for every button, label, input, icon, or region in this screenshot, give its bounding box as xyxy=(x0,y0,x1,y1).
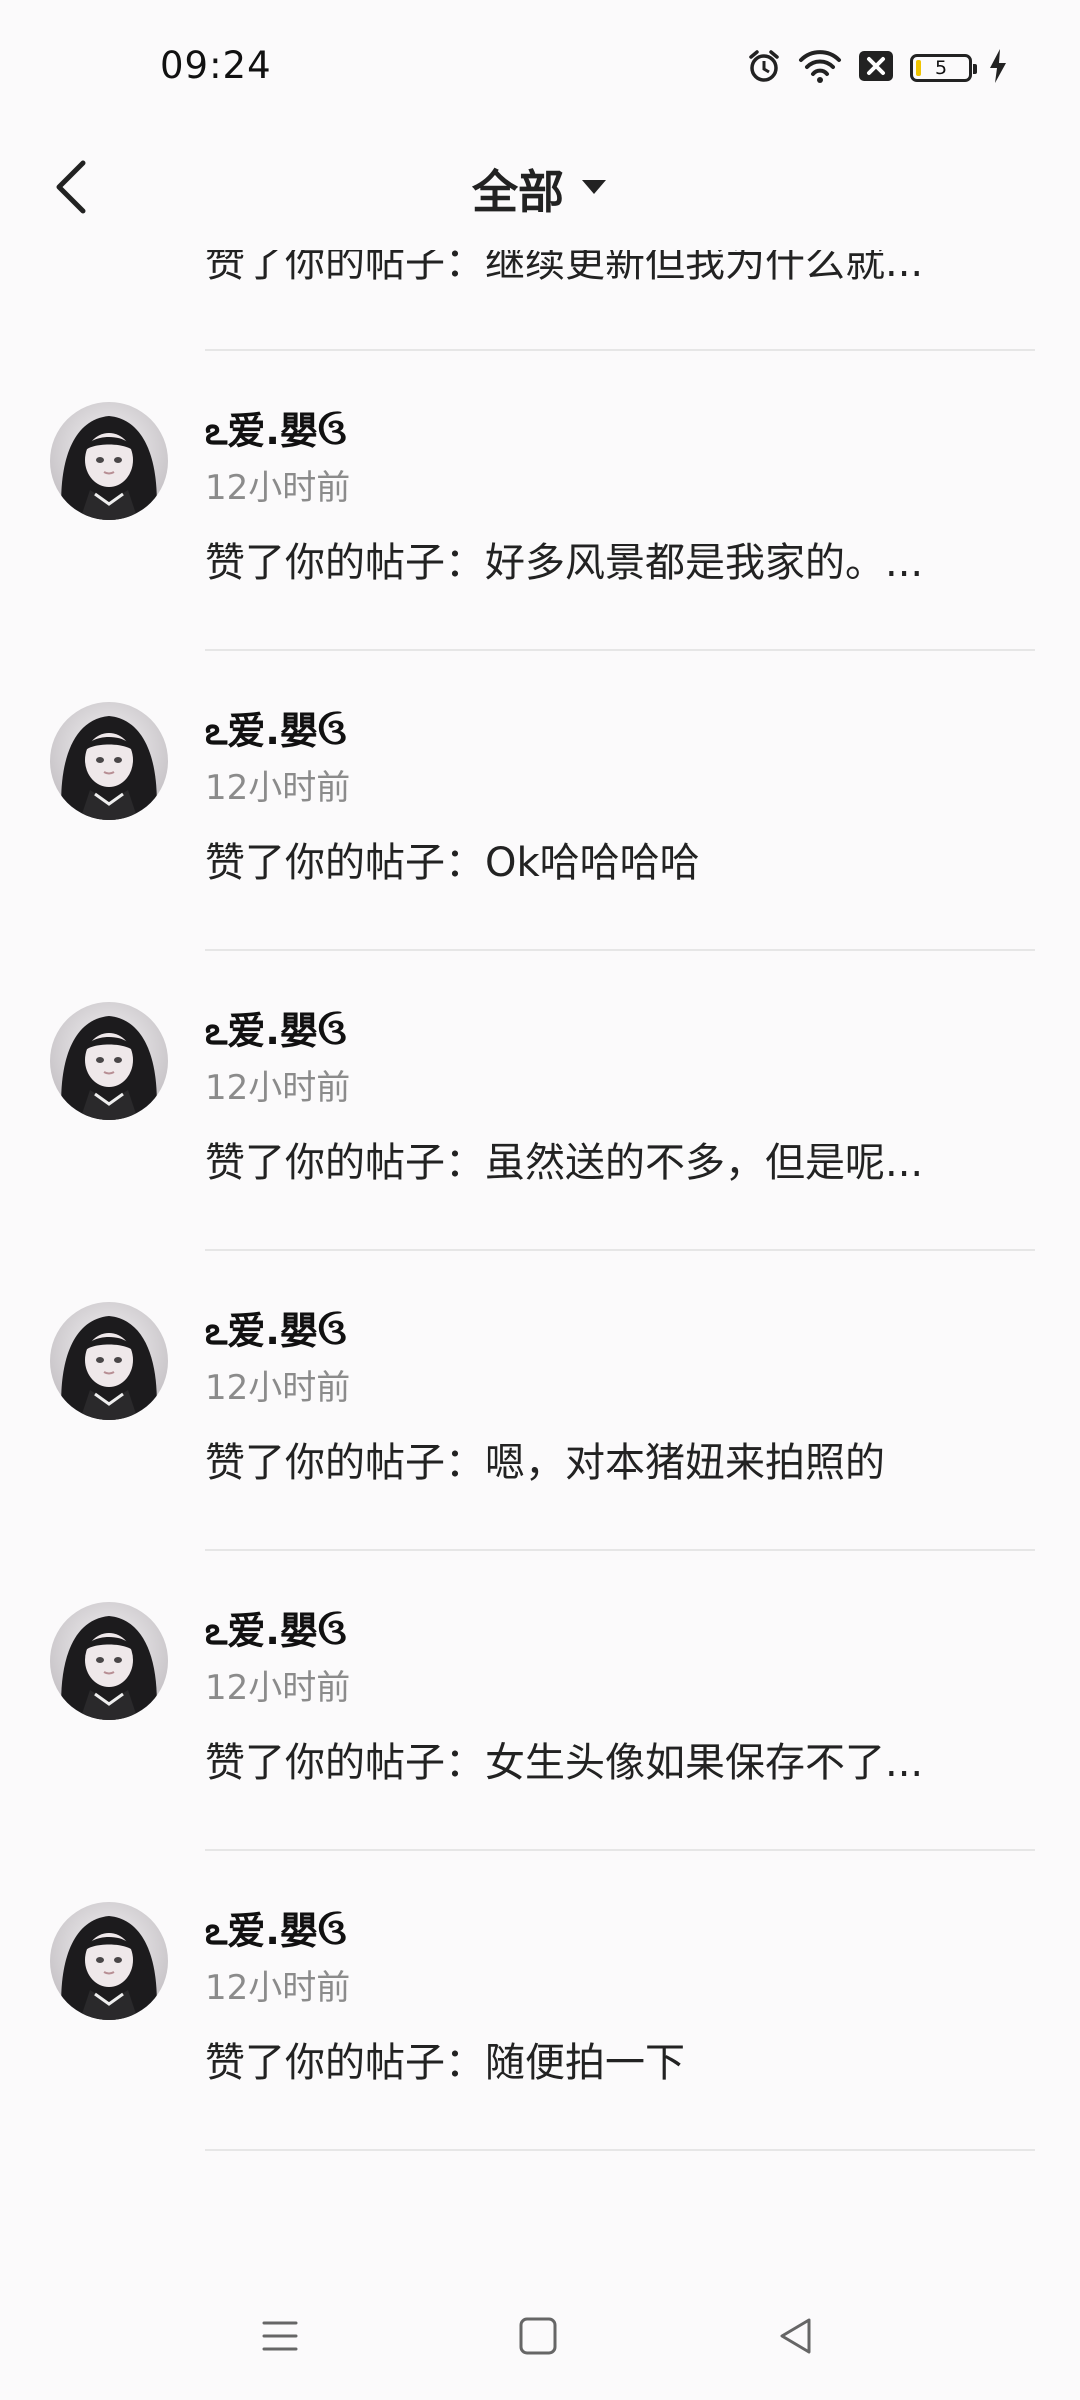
user-name[interactable]: ఽ爱.嬰ઉ xyxy=(205,1300,347,1363)
notification-item[interactable]: ఽ爱.嬰ઉ 12小时前赞了你的帖子：好多风景都是我家的。... xyxy=(0,350,1080,651)
user-name[interactable]: ఽ爱.嬰ઉ xyxy=(205,400,347,463)
charging-icon xyxy=(988,48,1008,88)
notification-text: 赞了你的帖子：随便拍一下 xyxy=(205,2040,685,2086)
battery-level: 5 xyxy=(934,57,948,79)
user-name[interactable]: ఽ爱.嬰ઉ xyxy=(205,700,347,763)
notification-item[interactable]: ఽ爱.嬰ઉ 12小时前赞了你的帖子：女生头像如果保存不了... xyxy=(0,1550,1080,1851)
timestamp: 12小时前 xyxy=(205,768,351,808)
user-name[interactable]: ఽ爱.嬰ઉ xyxy=(205,1900,347,1963)
menu-icon xyxy=(260,2316,300,2360)
timestamp: 12小时前 xyxy=(205,468,351,508)
divider xyxy=(205,2149,1035,2151)
back-triangle-icon xyxy=(776,2316,816,2360)
status-bar: 09:24 5 xyxy=(0,0,1080,130)
menu-button[interactable] xyxy=(250,2308,310,2368)
user-name[interactable]: ఽ爱.嬰ઉ xyxy=(205,1000,347,1063)
status-icons: 5 xyxy=(746,46,1008,90)
wifi-icon xyxy=(798,48,842,88)
notification-text: 赞了你的帖子：虽然送的不多，但是呢... xyxy=(205,1140,924,1186)
notification-item[interactable]: ఽ爱.嬰ઉ 12小时前赞了你的帖子：Ok哈哈哈哈 xyxy=(0,650,1080,951)
timestamp: 12小时前 xyxy=(205,1368,351,1408)
page-title: 全部 xyxy=(472,165,564,219)
status-time: 09:24 xyxy=(160,44,272,87)
notification-list[interactable]: ఽ爱.嬰ઉ12小时前赞了你的帖子：继续更新但我为什么就...ఽ爱.嬰ઉ12小时前… xyxy=(0,250,1080,2270)
notification-item[interactable]: ఽ爱.嬰ઉ 12小时前赞了你的帖子：嗯，对本猪妞来拍照的 xyxy=(0,1250,1080,1551)
battery-icon: 5 xyxy=(910,54,977,82)
avatar[interactable] xyxy=(50,1302,168,1420)
notification-item[interactable]: ఽ爱.嬰ઉ12小时前赞了你的帖子：继续更新但我为什么就... xyxy=(0,250,1080,351)
caret-down-icon xyxy=(580,178,608,200)
timestamp: 12小时前 xyxy=(205,1968,351,2008)
header: 全部 xyxy=(0,130,1080,250)
user-name[interactable]: ఽ爱.嬰ઉ xyxy=(205,1600,347,1663)
home-square-icon xyxy=(518,2316,558,2360)
notification-text: 赞了你的帖子：女生头像如果保存不了... xyxy=(205,1740,924,1786)
notification-text: 赞了你的帖子：Ok哈哈哈哈 xyxy=(205,840,700,886)
notification-text: 赞了你的帖子：好多风景都是我家的。... xyxy=(205,540,924,586)
avatar[interactable] xyxy=(50,1002,168,1120)
navigation-bar xyxy=(0,2270,1080,2400)
sim-blocked-icon xyxy=(858,50,894,86)
back-nav-button[interactable] xyxy=(766,2308,826,2368)
home-button[interactable] xyxy=(508,2308,568,2368)
notification-item[interactable]: ఽ爱.嬰ઉ 12小时前赞了你的帖子：虽然送的不多，但是呢... xyxy=(0,950,1080,1251)
notification-item[interactable]: ఽ爱.嬰ઉ 12小时前赞了你的帖子：随便拍一下 xyxy=(0,1850,1080,2151)
avatar[interactable] xyxy=(50,702,168,820)
avatar[interactable] xyxy=(50,1902,168,2020)
notification-text: 赞了你的帖子：继续更新但我为什么就... xyxy=(205,250,924,286)
notification-text: 赞了你的帖子：嗯，对本猪妞来拍照的 xyxy=(205,1440,885,1486)
avatar[interactable] xyxy=(50,1602,168,1720)
avatar[interactable] xyxy=(50,402,168,520)
timestamp: 12小时前 xyxy=(205,1068,351,1108)
filter-dropdown[interactable]: 全部 xyxy=(0,154,1080,224)
timestamp: 12小时前 xyxy=(205,1668,351,1708)
alarm-icon xyxy=(746,48,782,88)
